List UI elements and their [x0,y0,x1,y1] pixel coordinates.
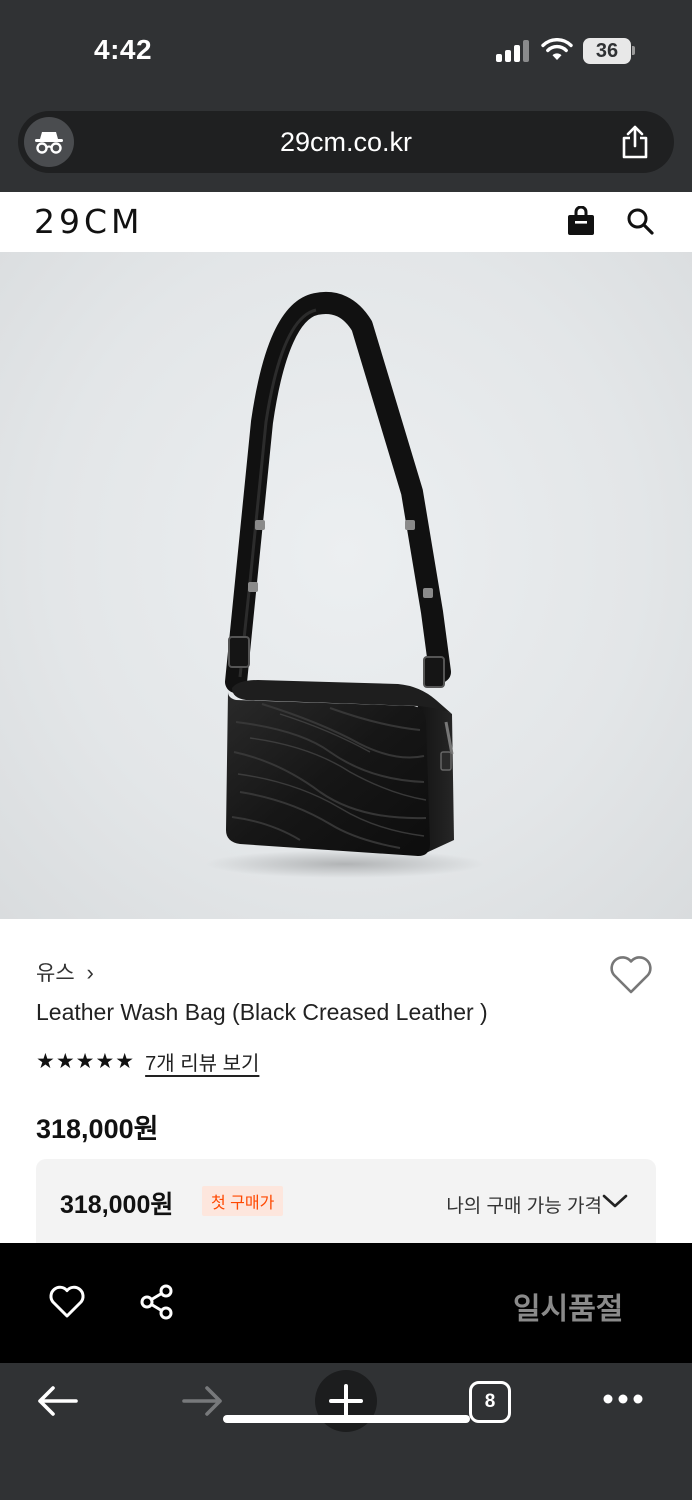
product-info: 유스 › Leather Wash Bag (Black Creased Lea… [0,919,692,1249]
search-icon[interactable] [626,207,654,240]
share-icon[interactable] [620,125,650,164]
arrow-right-icon[interactable] [182,1385,224,1422]
brand-link[interactable]: 유스 › [36,957,94,987]
status-bar: 4:42 36 [0,0,692,100]
more-dots-icon[interactable] [602,1392,644,1410]
battery-level: 36 [583,38,631,64]
heart-outline-icon[interactable] [608,955,654,1000]
product-title: Leather Wash Bag (Black Creased Leather … [36,999,488,1025]
battery-cap [632,46,635,55]
my-price-link[interactable]: 나의 구매 가능 가격 [446,1191,602,1218]
share-nodes-icon[interactable] [138,1283,176,1326]
shopping-bag-icon[interactable] [567,205,595,241]
benefit-price-box[interactable]: 318,000원 첫 구매가 나의 구매 가능 가격 [36,1159,656,1249]
review-link[interactable]: 7개 리뷰 보기 [145,1047,259,1076]
benefit-price: 318,000원 [60,1191,174,1219]
first-purchase-badge: 첫 구매가 [202,1186,284,1216]
product-image[interactable] [0,252,692,919]
home-indicator [223,1415,470,1423]
rating-row: ★★★★★ 7개 리뷰 보기 [36,1047,259,1076]
cellular-signal-icon [496,40,532,62]
browser-toolbar: 8 [0,1363,692,1500]
status-time: 4:42 [94,34,153,65]
browser-address-area: 29cm.co.kr [0,100,692,192]
heart-outline-icon[interactable] [48,1285,86,1324]
chevron-down-icon[interactable] [602,1193,628,1214]
site-header: 29CM [0,192,692,252]
wifi-icon [541,38,573,67]
product-price: 318,000원 [36,1114,159,1144]
bag-illustration [205,292,485,878]
tab-count-button[interactable]: 8 [469,1381,511,1423]
url-text[interactable]: 29cm.co.kr [18,127,674,158]
star-rating: ★★★★★ [36,1050,136,1073]
brand-name[interactable]: 유스 [36,962,75,985]
address-bar[interactable]: 29cm.co.kr [18,111,674,173]
arrow-left-icon[interactable] [36,1385,78,1422]
site-logo[interactable]: 29CM [34,202,144,241]
chevron-right-icon: › [86,960,94,985]
soldout-button[interactable]: 일시품절 [513,1284,623,1328]
bottom-action-bar: 일시품절 [0,1243,692,1363]
